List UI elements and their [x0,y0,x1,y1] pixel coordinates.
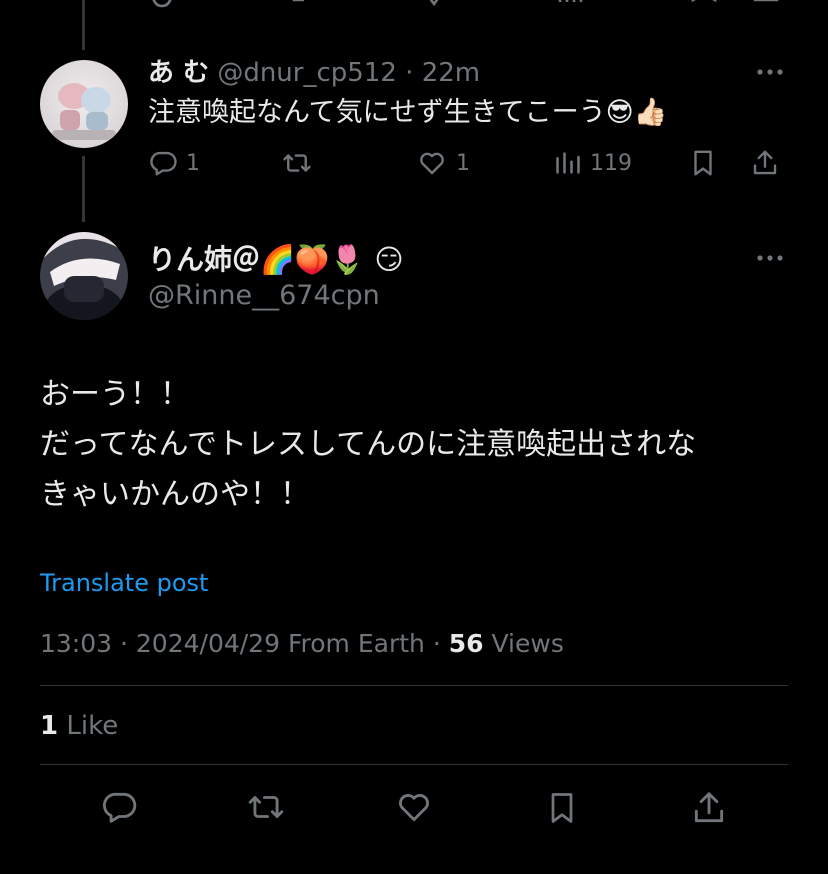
heart-icon[interactable] [420,0,448,10]
share-icon[interactable] [690,788,728,828]
views-count: 56 [448,629,484,658]
like-count: 1 [40,711,59,741]
retweet-icon[interactable] [244,788,288,826]
user-handle[interactable]: @dnur_cp512 [217,58,397,88]
post-text: おーう！！ だってなんでトレスしてんのに注意喚起出されな きゃいかんのや！！ [40,370,696,520]
more-horizontal-icon[interactable] [756,66,784,78]
avatar[interactable] [40,232,128,320]
reply-header: あ む @dnur_cp512 · 22m [148,56,480,90]
reply-text: 注意喚起なんて気にせず生きてこーう😎👍🏻 [148,97,668,128]
retweet-icon [280,148,314,178]
views-chart-icon[interactable] [556,0,584,10]
share-button[interactable] [750,143,780,183]
retweet-icon[interactable] [290,0,318,10]
separator-dot: · [405,58,414,88]
post-meta: 13:03 · 2024/04/29 From Earth · 56 Views [40,626,564,662]
display-name[interactable]: あ む [148,58,209,88]
likes-label: Like [66,711,119,741]
post-time[interactable]: 22m [422,58,480,88]
reply-action-bar: 1 1 119 [0,143,828,183]
heart-icon [416,148,448,178]
views-chart-icon [554,148,582,178]
bookmark-icon [688,147,718,179]
reply-button[interactable]: 1 [148,143,200,183]
likes-summary[interactable]: 1 Like [40,708,118,744]
bookmark-icon[interactable] [544,788,580,828]
post-date[interactable]: 2024/04/29 [136,629,280,658]
post-action-bar [0,788,828,828]
avatar[interactable] [40,60,128,148]
divider [40,685,788,686]
views-count: 119 [590,150,632,176]
share-icon[interactable] [752,0,780,10]
user-handle[interactable]: @Rinne__674cpn [148,278,380,314]
reply-bubble-icon[interactable] [148,0,176,10]
post-text-line: きゃいかんのや！！ [40,477,310,512]
like-button[interactable]: 1 [416,143,470,183]
post-time[interactable]: 13:03 [40,629,112,658]
bookmark-icon[interactable] [690,0,718,10]
bookmark-button[interactable] [688,143,718,183]
display-name[interactable]: りん姉＠🌈🍑🌷 😏 [148,240,404,280]
translate-post-link[interactable]: Translate post [40,566,208,600]
reply-bubble-icon[interactable] [100,788,138,826]
separator-dot: · [120,629,128,658]
post-text-line: だってなんでトレスしてんのに注意喚起出されな [40,427,697,462]
share-icon [750,147,780,179]
more-horizontal-icon[interactable] [756,252,784,264]
thread-connector-top [82,0,85,50]
previous-post-actions [0,0,828,10]
retweet-button[interactable] [280,143,314,183]
views-button[interactable]: 119 [554,143,632,183]
post-text-line: おーう！！ [40,377,190,412]
like-count: 1 [456,150,470,176]
post-source: From Earth [287,629,425,658]
reply-count: 1 [186,150,200,176]
views-label: Views [491,629,564,658]
divider [40,764,788,765]
heart-icon[interactable] [394,788,434,826]
separator-dot: · [432,629,441,658]
reply-bubble-icon [148,148,178,178]
